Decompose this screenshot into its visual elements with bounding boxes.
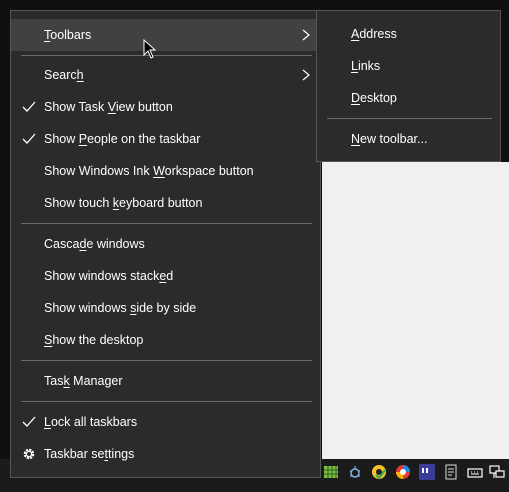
menu-item-task-manager[interactable]: Task Manager <box>11 365 320 397</box>
submenu-item-label: New toolbar... <box>351 132 428 146</box>
checkmark-icon <box>22 416 36 427</box>
menu-item-show-ink-workspace[interactable]: Show Windows Ink Workspace button <box>11 155 320 187</box>
grid-app-icon[interactable] <box>322 463 340 481</box>
menu-item-label: Lock all taskbars <box>44 415 138 429</box>
menu-item-label: Taskbar settings <box>44 447 135 461</box>
checkmark-icon <box>22 101 36 112</box>
menu-item-show-people[interactable]: Show People on the taskbar <box>11 123 320 155</box>
menu-item-taskbar-settings[interactable]: Taskbar settings <box>11 438 320 470</box>
quotes-app-icon[interactable] <box>418 463 436 481</box>
menu-item-label: Toolbars <box>44 28 92 42</box>
menu-separator <box>21 55 312 56</box>
menu-item-label: Show the desktop <box>44 333 144 347</box>
network-icon[interactable] <box>488 463 506 481</box>
submenu-item-label: Links <box>351 59 381 73</box>
menu-item-label: Show People on the taskbar <box>44 132 201 146</box>
submenu-item-address[interactable]: Address <box>317 18 500 50</box>
menu-item-label: Show windows stacked <box>44 269 174 283</box>
menu-separator <box>21 223 312 224</box>
menu-item-show-windows-side-by-side[interactable]: Show windows side by side <box>11 292 320 324</box>
menu-item-show-task-view[interactable]: Show Task View button <box>11 91 320 123</box>
menu-separator <box>21 360 312 361</box>
menu-item-label: Show touch keyboard button <box>44 196 203 210</box>
toolbars-submenu: Address Links Desktop New toolbar... <box>316 10 501 162</box>
gear-icon <box>23 448 35 460</box>
menu-item-toolbars[interactable]: Toolbars <box>11 19 320 51</box>
menu-item-show-desktop[interactable]: Show the desktop <box>11 324 320 356</box>
menu-item-show-touch-keyboard[interactable]: Show touch keyboard button <box>11 187 320 219</box>
chrome-canary-icon[interactable] <box>370 463 388 481</box>
menu-item-cascade-windows[interactable]: Cascade windows <box>11 228 320 260</box>
color-wheel-icon[interactable] <box>394 463 412 481</box>
document-icon[interactable] <box>442 463 460 481</box>
taskbar-context-menu: Toolbars Search Show Task View button Sh… <box>10 10 321 478</box>
chevron-right-icon <box>302 69 310 81</box>
chevron-right-icon <box>302 29 310 41</box>
menu-item-label: Show Task View button <box>44 100 173 114</box>
menu-item-label: Cascade windows <box>44 237 145 251</box>
menu-item-search[interactable]: Search <box>11 59 320 91</box>
menu-item-show-windows-stacked[interactable]: Show windows stacked <box>11 260 320 292</box>
submenu-item-links[interactable]: Links <box>317 50 500 82</box>
bug-icon[interactable] <box>346 463 364 481</box>
menu-item-label: Task Manager <box>44 374 123 388</box>
submenu-separator <box>327 118 492 119</box>
checkmark-icon <box>22 133 36 144</box>
submenu-item-desktop[interactable]: Desktop <box>317 82 500 114</box>
menu-item-label: Show windows side by side <box>44 301 197 315</box>
submenu-item-new-toolbar[interactable]: New toolbar... <box>317 123 500 155</box>
keyboard-icon[interactable] <box>466 463 484 481</box>
mouse-cursor-icon <box>143 39 157 59</box>
submenu-item-label: Desktop <box>351 91 397 105</box>
menu-separator <box>21 401 312 402</box>
menu-item-lock-all-taskbars[interactable]: Lock all taskbars <box>11 406 320 438</box>
submenu-item-label: Address <box>351 27 397 41</box>
menu-item-label: Show Windows Ink Workspace button <box>44 164 254 178</box>
window-background <box>322 162 509 462</box>
menu-item-label: Search <box>44 68 84 82</box>
